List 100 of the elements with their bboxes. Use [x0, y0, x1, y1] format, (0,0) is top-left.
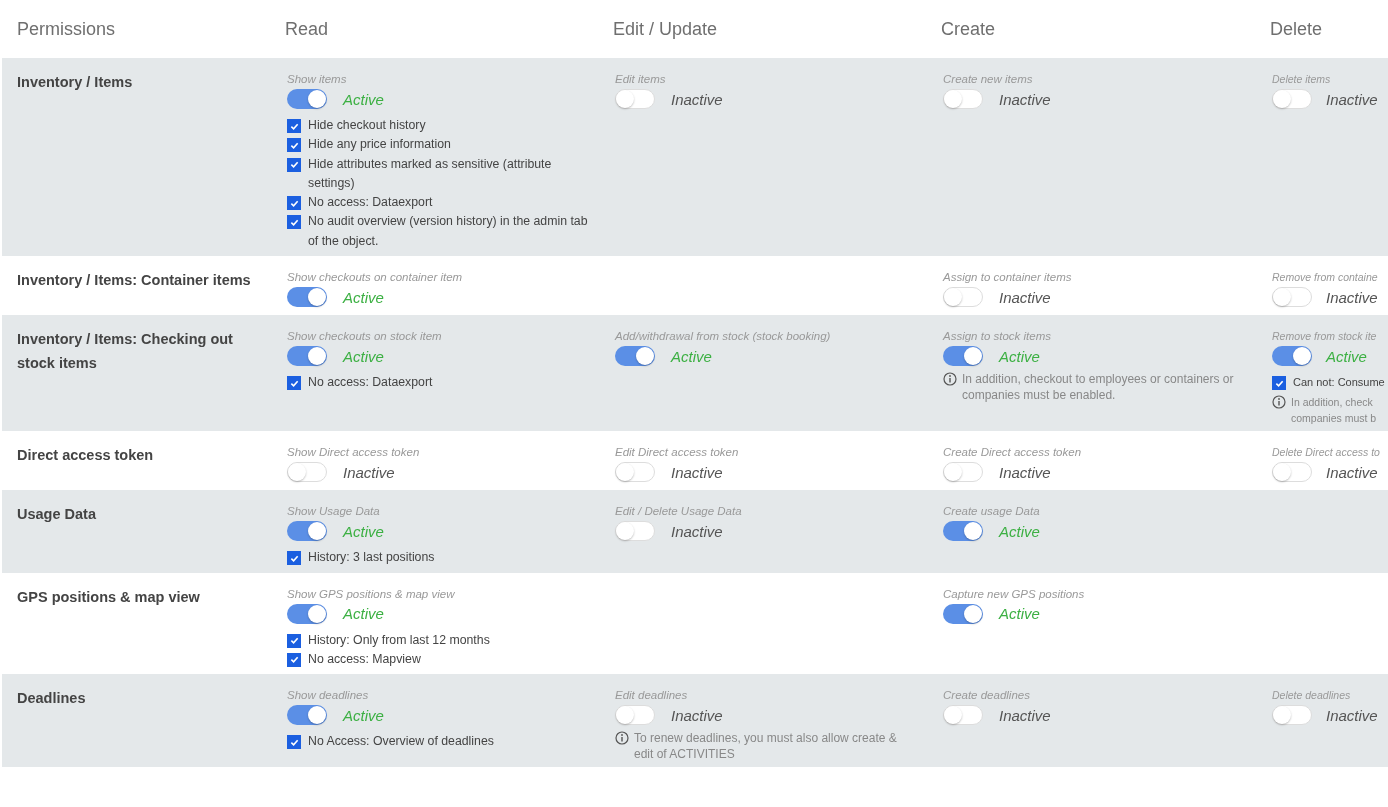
permission-label: Create deadlines	[943, 688, 1031, 703]
toggle-switch[interactable]	[615, 521, 655, 542]
toggle-switch[interactable]	[1272, 346, 1312, 367]
info-icon	[943, 372, 957, 387]
info-note: In addition, check companies must b	[1291, 395, 1377, 427]
checkbox[interactable]	[287, 138, 301, 153]
row-label: Direct access token	[16, 446, 155, 466]
toggle-switch[interactable]	[615, 462, 655, 483]
status-label: Inactive	[1326, 288, 1378, 306]
checkbox[interactable]	[287, 196, 301, 211]
status-label: Active	[671, 347, 712, 365]
permission-label: Assign to container items	[943, 270, 1073, 285]
checkbox[interactable]	[287, 215, 301, 230]
option-label: History: 3 last positions	[308, 549, 435, 567]
permission-label: Delete items	[1272, 72, 1332, 86]
toggle-switch[interactable]	[1272, 462, 1312, 483]
toggle-switch[interactable]	[287, 705, 327, 726]
column-header: Permissions	[16, 18, 117, 40]
status-label: Active	[343, 347, 384, 365]
toggle-switch[interactable]	[1272, 705, 1312, 726]
status-label: Active	[1326, 347, 1367, 365]
option-label: No access: Dataexport	[308, 194, 433, 212]
toggle-switch[interactable]	[1272, 287, 1312, 308]
toggle-switch[interactable]	[943, 603, 983, 624]
permission-label: Edit items	[615, 72, 667, 86]
permission-label: Delete Direct access to	[1272, 445, 1381, 460]
checkbox[interactable]	[287, 652, 301, 667]
permission-label: Assign to stock items	[943, 329, 1052, 344]
checkbox[interactable]	[1272, 376, 1286, 391]
status-label: Active	[343, 706, 384, 724]
status-label: Active	[999, 522, 1040, 540]
status-label: Inactive	[999, 288, 1051, 306]
toggle-switch[interactable]	[943, 346, 983, 367]
status-label: Inactive	[1326, 463, 1378, 481]
option-label: No audit overview (version history) in the admin tab of the object.	[308, 213, 589, 250]
option-label: Hide attributes marked as sensitive (attribute settings)	[308, 155, 553, 192]
option-label: Hide any price information	[308, 136, 451, 154]
status-label: Inactive	[999, 90, 1051, 108]
status-label: Active	[343, 288, 384, 306]
column-header: Delete	[1270, 18, 1324, 40]
permission-label: Remove from stock ite	[1272, 329, 1378, 344]
column-header: Create	[941, 18, 997, 40]
option-label: History: Only from last 12 months	[308, 631, 490, 649]
checkbox[interactable]	[287, 376, 301, 391]
permission-label: Delete deadlines	[1272, 688, 1352, 703]
checkbox[interactable]	[287, 735, 301, 750]
permission-label: Create usage Data	[943, 504, 1041, 519]
permission-label: Show checkouts on container item	[287, 270, 464, 285]
toggle-switch[interactable]	[943, 705, 983, 726]
row-label: Usage Data	[16, 505, 97, 525]
toggle-switch[interactable]	[287, 521, 327, 542]
permission-label: Edit Direct access token	[615, 445, 740, 460]
toggle-switch[interactable]	[287, 346, 327, 367]
info-icon	[1272, 395, 1286, 410]
option-label: Hide checkout history	[308, 117, 426, 134]
toggle-switch[interactable]	[615, 705, 655, 726]
permission-label: Edit deadlines	[615, 688, 689, 703]
permission-label: Show Direct access token	[287, 445, 421, 460]
info-note: In addition, checkout to employees or containers or companies must be enabled.	[962, 371, 1234, 404]
row-label: Inventory / Items: Checking out stock items	[16, 330, 234, 374]
toggle-switch[interactable]	[287, 603, 327, 624]
status-label: Active	[999, 605, 1040, 623]
toggle-switch[interactable]	[943, 287, 983, 308]
status-label: Inactive	[671, 90, 723, 108]
info-icon	[615, 731, 629, 746]
checkbox[interactable]	[287, 157, 301, 172]
toggle-switch[interactable]	[615, 346, 655, 367]
status-label: Inactive	[671, 522, 723, 540]
status-label: Active	[343, 522, 384, 540]
permission-label: Create Direct access token	[943, 445, 1083, 460]
column-header: Read	[285, 18, 330, 40]
row-label: GPS positions & map view	[16, 587, 201, 607]
toggle-switch[interactable]	[943, 89, 983, 109]
toggle-switch[interactable]	[287, 89, 327, 109]
permission-label: Show deadlines	[287, 688, 370, 703]
toggle-switch[interactable]	[615, 89, 655, 109]
toggle-switch[interactable]	[1272, 89, 1312, 109]
status-label: Inactive	[1326, 90, 1378, 108]
toggle-switch[interactable]	[943, 521, 983, 542]
row-label: Inventory / Items: Container items	[16, 271, 252, 291]
status-label: Inactive	[999, 463, 1051, 481]
checkbox[interactable]	[287, 633, 301, 648]
permission-label: Show checkouts on stock item	[287, 329, 443, 344]
checkbox[interactable]	[287, 119, 301, 133]
status-label: Inactive	[671, 706, 723, 724]
status-label: Active	[343, 90, 384, 108]
permission-label: Add/withdrawal from stock (stock booking)	[615, 329, 832, 344]
permission-label: Show items	[287, 72, 348, 86]
info-note: To renew deadlines, you must also allow create & edit of ACTIVITIES	[634, 730, 897, 763]
status-label: Inactive	[343, 463, 395, 481]
status-label: Inactive	[671, 463, 723, 481]
row-label: Inventory / Items	[16, 73, 134, 92]
status-label: Active	[999, 347, 1040, 365]
status-label: Inactive	[999, 706, 1051, 724]
toggle-switch[interactable]	[943, 462, 983, 483]
status-label: Inactive	[1326, 706, 1378, 724]
checkbox[interactable]	[287, 551, 301, 566]
toggle-switch[interactable]	[287, 287, 327, 308]
status-label: Active	[343, 605, 384, 623]
toggle-switch[interactable]	[287, 462, 327, 483]
